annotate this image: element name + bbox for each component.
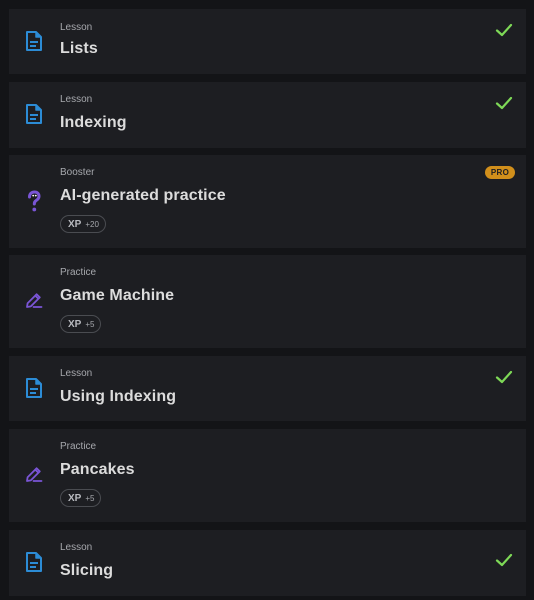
xp-label: XP (68, 492, 82, 504)
list-item[interactable]: Lesson Using Indexing (9, 356, 526, 421)
list-item[interactable]: Booster AI-generated practice PRO XP +20 (9, 155, 526, 248)
xp-amount: +5 (85, 493, 95, 503)
document-icon (23, 377, 45, 399)
check-icon (495, 23, 513, 37)
item-type-label: Practice (60, 267, 97, 278)
item-title: AI-generated practice (60, 187, 226, 204)
xp-label: XP (68, 218, 82, 230)
pencil-icon (23, 289, 45, 311)
check-icon (495, 370, 513, 384)
item-title: Using Indexing (60, 388, 177, 405)
question-mark-icon (23, 190, 45, 213)
list-item[interactable]: Practice Game Machine XP +5 (9, 255, 526, 348)
item-type-label: Lesson (60, 368, 93, 379)
check-icon (495, 96, 513, 110)
item-type-label: Lesson (60, 22, 93, 33)
item-title: Game Machine (60, 287, 175, 304)
document-icon (23, 551, 45, 573)
item-title: Lists (60, 40, 98, 57)
xp-amount: +5 (85, 319, 95, 329)
item-title: Pancakes (60, 461, 135, 478)
document-icon (23, 103, 45, 125)
xp-amount: +20 (85, 219, 99, 229)
xp-badge: XP +5 (60, 315, 102, 333)
pencil-icon (23, 463, 45, 485)
document-icon (23, 30, 45, 52)
lesson-list: Lesson Lists Lesson Indexing Booster AI-… (0, 0, 534, 600)
item-type-label: Practice (60, 441, 97, 452)
item-type-label: Lesson (60, 542, 93, 553)
pro-badge: PRO (485, 166, 515, 179)
list-item[interactable]: Lesson Lists (9, 9, 526, 74)
item-title: Slicing (60, 562, 114, 579)
list-item[interactable]: Lesson Slicing (9, 530, 526, 596)
item-title: Indexing (60, 114, 127, 131)
xp-badge: XP +5 (60, 489, 102, 507)
list-item[interactable]: Practice Pancakes XP +5 (9, 429, 526, 522)
item-type-label: Lesson (60, 94, 93, 105)
xp-badge: XP +20 (60, 215, 106, 233)
item-type-label: Booster (60, 167, 95, 178)
xp-label: XP (68, 318, 82, 330)
check-icon (495, 553, 513, 567)
list-item[interactable]: Lesson Indexing (9, 82, 526, 148)
